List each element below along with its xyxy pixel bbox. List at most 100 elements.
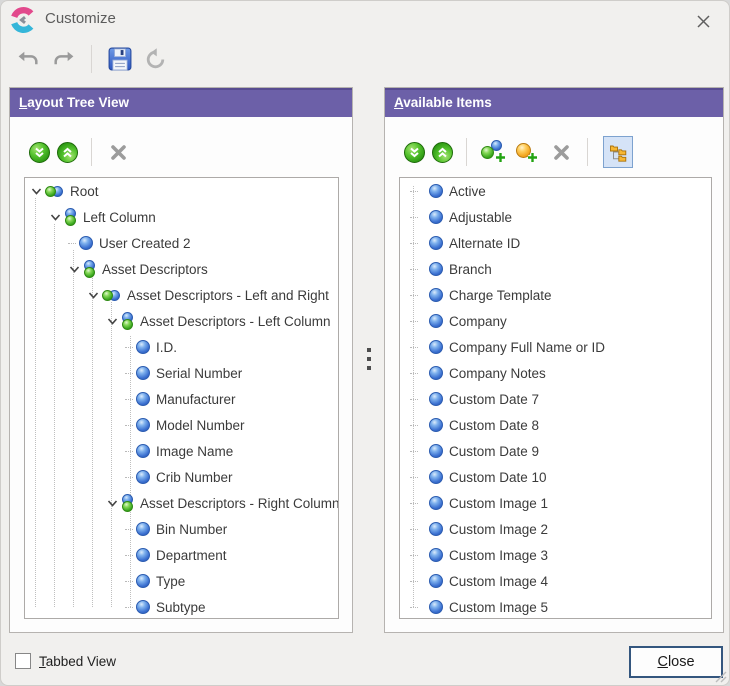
tree-connector [410,451,418,452]
resize-grip[interactable] [714,670,727,683]
tree-item[interactable]: Image Name [25,438,338,464]
list-item[interactable]: Adjustable [400,204,711,230]
tree-item-label: User Created 2 [99,236,191,251]
available-panel-header: Available Items [385,88,723,117]
item-sphere-icon [429,392,443,406]
list-item[interactable]: Custom Date 7 [400,386,711,412]
list-item[interactable]: Custom Image 3 [400,542,711,568]
tree-connector [410,477,418,478]
tree-item[interactable]: Serial Number [25,360,338,386]
list-item[interactable]: Custom Date 9 [400,438,711,464]
add-user-item-icon[interactable] [514,139,541,165]
tree-item[interactable]: Asset Descriptors - Left Column [25,308,338,334]
chevron-down-icon[interactable] [87,289,99,301]
list-item[interactable]: Custom Date 8 [400,412,711,438]
tree-item-label: Subtype [156,600,206,615]
item-sphere-icon [429,574,443,588]
item-sphere-icon [429,522,443,536]
delete-icon[interactable] [548,139,574,165]
tree-item[interactable]: Manufacturer [25,386,338,412]
list-item-label: Custom Date 8 [449,418,539,433]
item-sphere-icon [429,340,443,354]
tree-item-label: Bin Number [156,522,227,537]
tree-item-label: Asset Descriptors [102,262,208,277]
tree-item-label: Left Column [83,210,156,225]
expand-all-icon[interactable] [404,142,425,163]
save-icon[interactable] [107,46,133,72]
chevron-down-icon[interactable] [106,497,118,509]
tree-item[interactable]: Root [25,178,338,204]
tree-item[interactable]: Bin Number [25,516,338,542]
panel-splitter-handle[interactable] [366,348,372,370]
list-item[interactable]: Alternate ID [400,230,711,256]
app-logo-icon [10,7,36,33]
undo-icon[interactable] [15,46,41,72]
tree-connector [410,191,418,192]
header-text: vailable Items [403,95,492,110]
tabbed-view-checkbox[interactable] [15,653,31,669]
item-sphere-icon [429,418,443,432]
tree-item[interactable]: Left Column [25,204,338,230]
chevron-down-icon[interactable] [30,185,42,197]
tree-connector [410,321,418,322]
list-item-label: Custom Image 2 [449,522,548,537]
tree-connector [410,607,418,608]
column-icon [64,208,77,226]
list-item[interactable]: Charge Template [400,282,711,308]
window-close-icon[interactable] [689,9,717,33]
available-items-list: Active Adjustable Alternate ID BranchCharge… [399,177,712,619]
root-icon [45,185,64,198]
item-sphere-icon [136,392,150,406]
tree-item[interactable]: I.D. [25,334,338,360]
redo-icon[interactable] [50,46,76,72]
tree-connector [125,451,133,452]
header-text: ayout Tree View [27,95,129,110]
collapse-all-icon[interactable] [432,142,453,163]
list-item[interactable]: Company Full Name or ID [400,334,711,360]
tree-item[interactable]: User Created 2 [25,230,338,256]
tree-connector [125,425,133,426]
list-item-label: Active [449,184,486,199]
layout-tree-view-panel: Layout Tree View RootLeft Colu [9,87,353,633]
tree-item[interactable]: Department [25,542,338,568]
tree-item[interactable]: Asset Descriptors [25,256,338,282]
tree-connector [410,217,418,218]
list-item-label: Alternate ID [449,236,520,251]
item-sphere-icon [429,366,443,380]
tree-item[interactable]: Subtype [25,594,338,619]
tree-item[interactable]: Type [25,568,338,594]
tree-connector [125,373,133,374]
tree-connector [410,555,418,556]
collapse-all-icon[interactable] [57,142,78,163]
revert-icon[interactable] [142,46,168,72]
toolbar-separator [91,138,92,166]
tabbed-view-option: Tabbed View [15,653,116,669]
list-item[interactable]: Custom Image 1 [400,490,711,516]
list-item[interactable]: Active [400,178,711,204]
add-layout-item-icon[interactable] [480,139,507,165]
item-sphere-icon [429,288,443,302]
tree-item[interactable]: Asset Descriptors - Right Column [25,490,338,516]
chevron-down-icon[interactable] [68,263,80,275]
list-item[interactable]: Custom Image 4 [400,568,711,594]
list-item[interactable]: Custom Image 5 [400,594,711,619]
close-button[interactable]: Close [629,646,723,678]
list-item[interactable]: Company Notes [400,360,711,386]
tree-connector [410,503,418,504]
tree-connector [68,243,76,244]
list-item[interactable]: Custom Date 10 [400,464,711,490]
tree-view-toggle-icon[interactable] [603,136,633,168]
item-sphere-icon [136,548,150,562]
tree-item[interactable]: Model Number [25,412,338,438]
list-item[interactable]: Company [400,308,711,334]
tree-item[interactable]: Asset Descriptors - Left and Right [25,282,338,308]
list-item[interactable]: Branch [400,256,711,282]
expand-all-icon[interactable] [29,142,50,163]
chevron-down-icon[interactable] [106,315,118,327]
delete-icon[interactable] [105,139,131,165]
tree-item[interactable]: Crib Number [25,464,338,490]
tree-connector [125,555,133,556]
chevron-down-icon[interactable] [49,211,61,223]
toolbar-separator [587,138,588,166]
list-item[interactable]: Custom Image 2 [400,516,711,542]
